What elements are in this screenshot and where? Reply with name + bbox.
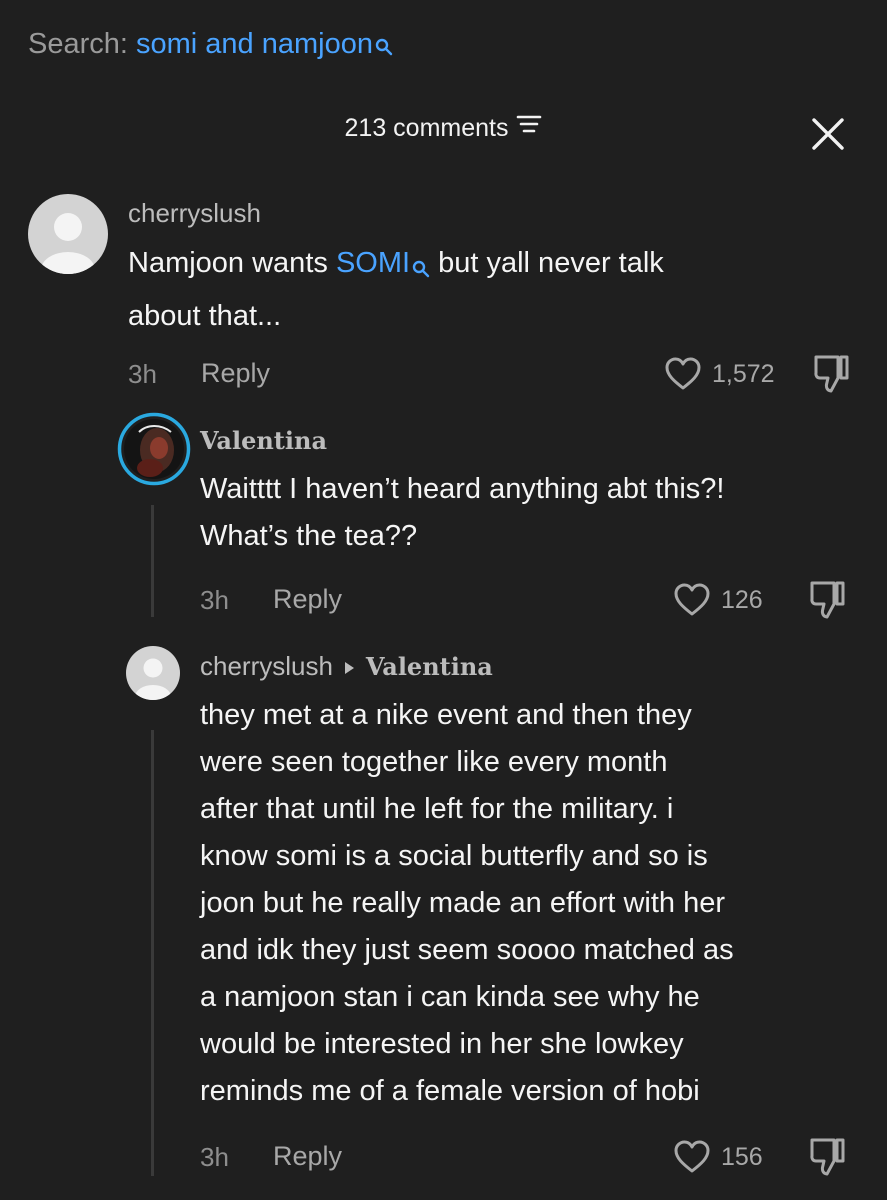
filter-icon[interactable]	[516, 113, 542, 142]
heart-icon[interactable]	[664, 357, 702, 396]
like-count: 1,572	[712, 360, 775, 388]
comment-username[interactable]: Valentina	[200, 426, 327, 455]
comment-line: a namjoon stan i can kinda see why he	[200, 981, 700, 1013]
triangle-right-icon	[343, 661, 355, 680]
search-link[interactable]: SOMI	[336, 247, 410, 279]
comment-text: Waitttt I haven’t heard anything abt thi…	[200, 466, 724, 560]
like-count: 126	[721, 586, 763, 614]
comment-line: joon but he really made an effort with h…	[200, 887, 726, 919]
like-count: 156	[721, 1143, 763, 1171]
avatar[interactable]	[28, 194, 108, 274]
thread-line	[151, 505, 154, 617]
reply-button[interactable]: Reply	[273, 584, 342, 615]
comment-line: were seen together like every month	[200, 746, 668, 778]
heart-icon[interactable]	[673, 583, 711, 622]
comment-time: 3h	[200, 585, 229, 615]
thread-line	[151, 730, 154, 1176]
reply-to-username[interactable]: Valentina	[366, 652, 493, 681]
comment-text-part: about that...	[128, 300, 282, 332]
comment-text-part: What’s the tea??	[200, 520, 418, 552]
comment-line: after that until he left for the militar…	[200, 793, 674, 825]
reply-button[interactable]: Reply	[273, 1141, 342, 1172]
comment-text-part: Waitttt I haven’t heard anything abt thi…	[200, 473, 725, 505]
heart-icon[interactable]	[673, 1140, 711, 1179]
comments-count: 213 comments	[344, 114, 509, 142]
comment-username[interactable]: cherryslush	[128, 198, 261, 229]
reply-header: cherryslush Valentina	[200, 651, 493, 682]
comment-line: would be interested in her she lowkey	[200, 1028, 684, 1060]
search-bar[interactable]: Search: somi and namjoon	[28, 28, 393, 64]
comment-text: Namjoon wants SOMI but yall never talk a…	[128, 240, 664, 340]
comment-text: they met at a nike event and then they w…	[200, 692, 734, 1115]
comment-line: they met at a nike event and then they	[200, 699, 692, 731]
comment-username[interactable]: cherryslush	[200, 651, 333, 681]
search-prefix: Search:	[28, 28, 128, 60]
dislike-icon[interactable]	[808, 578, 848, 625]
comment-line: know somi is a social butterfly and so i…	[200, 840, 708, 872]
comment-line: and idk they just seem soooo matched as	[200, 934, 734, 966]
search-icon[interactable]	[412, 246, 430, 293]
reply-button[interactable]: Reply	[201, 358, 270, 389]
search-query[interactable]: somi and namjoon	[136, 28, 373, 60]
avatar[interactable]	[126, 646, 180, 700]
close-icon[interactable]	[808, 114, 848, 154]
dislike-icon[interactable]	[808, 1135, 848, 1182]
dislike-icon[interactable]	[812, 352, 852, 399]
search-icon[interactable]	[375, 31, 393, 64]
comment-time: 3h	[200, 1142, 229, 1172]
comment-text-part: but yall never talk	[430, 247, 664, 279]
avatar[interactable]	[117, 412, 191, 486]
comment-time: 3h	[128, 359, 157, 389]
comment-text-part: Namjoon wants	[128, 247, 336, 279]
comment-line: reminds me of a female version of hobi	[200, 1075, 700, 1107]
comments-header: 213 comments	[0, 114, 887, 143]
